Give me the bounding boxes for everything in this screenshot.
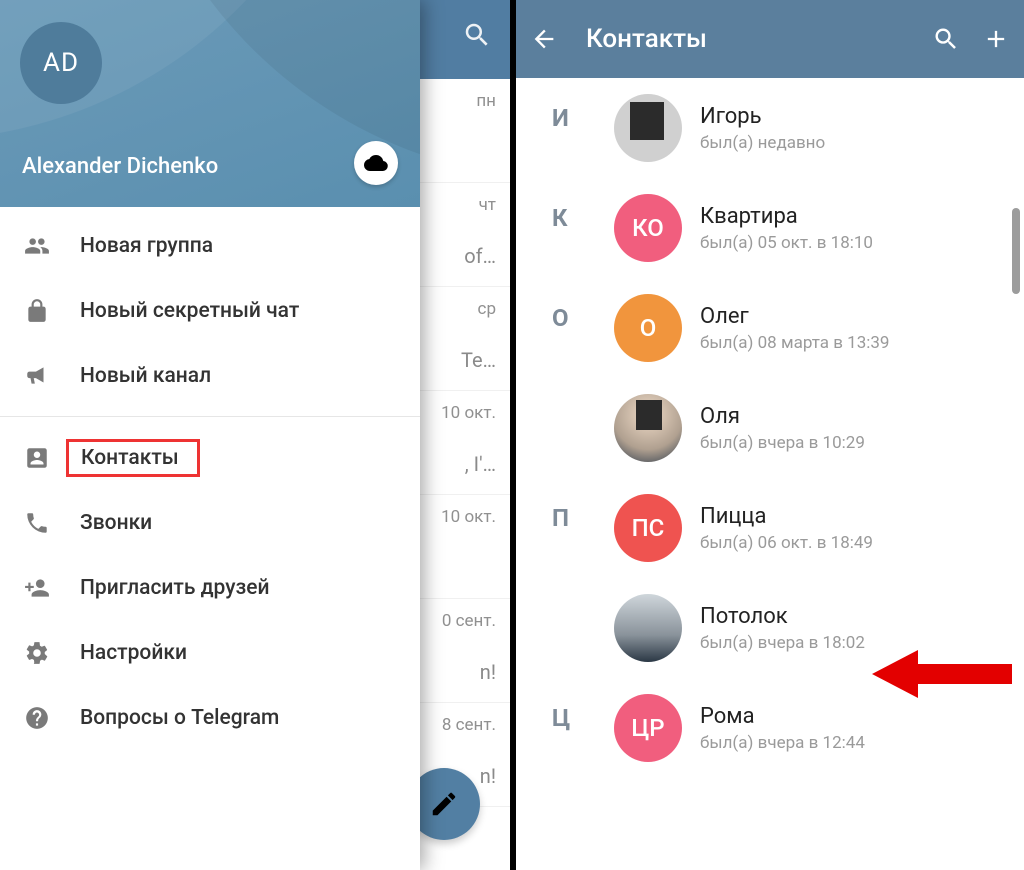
contact-status: был(а) недавно	[700, 133, 825, 153]
chat-date: 10 окт.	[441, 403, 496, 423]
chat-date: ср	[478, 299, 496, 319]
contact-row[interactable]: Оля был(а) вчера в 10:29	[614, 378, 1024, 478]
contact-section: И Игорь был(а) недавно	[516, 78, 1024, 178]
contact-avatar	[614, 394, 682, 462]
chat-preview: Te…	[461, 348, 496, 372]
menu-item-secret-chat[interactable]: Новый секретный чат	[0, 278, 420, 343]
menu-item-contacts[interactable]: Контакты	[0, 425, 420, 490]
search-icon[interactable]	[932, 25, 960, 53]
menu-item-faq[interactable]: Вопросы о Telegram	[0, 685, 420, 750]
chat-date: чт	[479, 195, 496, 215]
contact-name: Игорь	[700, 104, 825, 129]
profile-name: Alexander Dichenko	[22, 154, 218, 179]
lock-icon	[24, 298, 80, 324]
menu-item-new-group[interactable]: Новая группа	[0, 213, 420, 278]
menu-item-calls[interactable]: Звонки	[0, 490, 420, 555]
chat-date: 10 окт.	[441, 507, 496, 527]
menu-item-new-channel[interactable]: Новый канал	[0, 343, 420, 408]
contact-name: Пицца	[700, 504, 873, 529]
contact-name: Квартира	[700, 204, 873, 229]
contact-name: Олег	[700, 304, 889, 329]
menu-label: Новая группа	[80, 234, 213, 258]
contacts-list[interactable]: И Игорь был(а) недавно К КО Квартира был(а) 05…	[516, 78, 1024, 870]
menu-label: Вопросы о Telegram	[80, 706, 279, 730]
contact-avatar: ЦР	[614, 694, 682, 762]
drawer-menu: Новая группа Новый секретный чат Новый кан…	[0, 207, 420, 750]
contact-section: О О Олег был(а) 08 марта в 13:39 Оля был(а) в…	[516, 278, 1024, 478]
contact-row[interactable]: Игорь был(а) недавно	[614, 78, 1024, 178]
contact-status: был(а) вчера в 10:29	[700, 433, 865, 453]
menu-label: Звонки	[80, 511, 152, 535]
annotation-arrow	[872, 646, 1012, 702]
contact-avatar: О	[614, 294, 682, 362]
cloud-button[interactable]	[354, 141, 398, 185]
chat-preview: n!	[480, 660, 496, 684]
navigation-drawer: AD Alexander Dichenko Новая группа Новый …	[0, 0, 420, 870]
menu-label: Контакты	[81, 446, 179, 470]
contact-status: был(а) 05 окт. в 18:10	[700, 233, 873, 253]
section-letter: П	[552, 504, 569, 532]
contact-status: был(а) вчера в 12:44	[700, 733, 865, 753]
contacts-appbar: Контакты	[516, 0, 1024, 78]
contact-avatar: КО	[614, 194, 682, 262]
profile-avatar[interactable]: AD	[20, 22, 102, 104]
contact-avatar: ПС	[614, 494, 682, 562]
contact-row[interactable]: ПС Пицца был(а) 06 окт. в 18:49	[614, 478, 1024, 578]
scrollbar-thumb[interactable]	[1012, 208, 1020, 294]
menu-item-invite[interactable]: Пригласить друзей	[0, 555, 420, 620]
contact-row[interactable]: О Олег был(а) 08 марта в 13:39	[614, 278, 1024, 378]
chat-date: пн	[476, 91, 496, 111]
chat-date: 0 сент.	[442, 611, 496, 631]
back-icon[interactable]	[530, 25, 558, 53]
gear-icon	[24, 640, 80, 666]
menu-label: Новый секретный чат	[80, 299, 299, 323]
contact-name: Оля	[700, 404, 865, 429]
contact-row[interactable]: КО Квартира был(а) 05 окт. в 18:10	[614, 178, 1024, 278]
phone-icon	[24, 510, 80, 536]
add-contact-icon[interactable]	[982, 25, 1010, 53]
chat-preview: , I'…	[465, 452, 496, 476]
search-icon[interactable]	[462, 20, 492, 54]
contact-name: Рома	[700, 704, 865, 729]
chat-date: 8 сент.	[442, 715, 496, 735]
section-letter: О	[552, 304, 569, 332]
contacts-pane: Контакты И Игорь был(а) недавно К КО Квартира…	[513, 0, 1024, 870]
contact-name: Потолок	[700, 604, 865, 629]
contact-status: был(а) 06 окт. в 18:49	[700, 533, 873, 553]
menu-label: Пригласить друзей	[80, 576, 270, 600]
menu-item-settings[interactable]: Настройки	[0, 620, 420, 685]
section-letter: И	[552, 104, 569, 132]
contact-avatar	[614, 94, 682, 162]
group-icon	[24, 233, 80, 259]
drawer-header: AD Alexander Dichenko	[0, 0, 420, 207]
contact-section: К КО Квартира был(а) 05 окт. в 18:10	[516, 178, 1024, 278]
left-pane: пн чт of… ср Te… 10 окт. , I'… 10 окт. 0 сент. n!…	[0, 0, 510, 870]
help-icon	[24, 705, 80, 731]
pane-divider	[510, 0, 513, 870]
contacts-title: Контакты	[586, 24, 910, 54]
person-add-icon	[24, 575, 80, 601]
contact-status: был(а) вчера в 18:02	[700, 633, 865, 653]
menu-label: Новый канал	[80, 364, 211, 388]
megaphone-icon	[24, 363, 80, 389]
contact-status: был(а) 08 марта в 13:39	[700, 333, 889, 353]
section-letter: Ц	[552, 704, 570, 732]
chat-preview: n!	[480, 764, 496, 788]
section-letter: К	[552, 204, 568, 232]
contact-avatar	[614, 594, 682, 662]
menu-label: Настройки	[80, 641, 187, 665]
chat-preview: of…	[464, 244, 496, 268]
